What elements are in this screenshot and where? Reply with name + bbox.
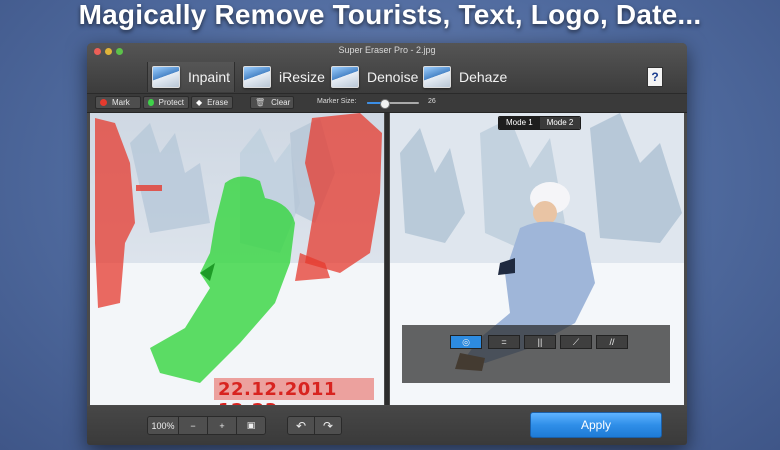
mark-label: Mark: [112, 98, 130, 107]
green-dot-icon: [148, 99, 154, 106]
tab-iresize[interactable]: iResize: [243, 62, 325, 92]
tab-label: iResize: [279, 69, 325, 85]
title-bar: Super Eraser Pro - 2.jpg Inpaint iResize…: [87, 43, 687, 94]
result-image-panel[interactable]: Mode 1 Mode 2 ◎ = || ⟋ //: [390, 113, 684, 405]
compare-toolbar: ◎ = || ⟋ //: [402, 325, 670, 383]
zoom-in-icon[interactable]: +: [208, 417, 237, 434]
zoom-controls: 100% − + ▣: [147, 416, 266, 435]
history-controls: ↶ ↷: [287, 416, 342, 435]
mode-2-button[interactable]: Mode 2: [539, 117, 581, 129]
tab-dehaze[interactable]: Dehaze: [423, 62, 507, 92]
panel-divider[interactable]: [385, 113, 389, 405]
dehaze-icon: [423, 66, 451, 88]
marker-size-label: Marker Size:: [317, 98, 357, 105]
red-dot-icon: [100, 99, 107, 106]
redo-icon[interactable]: ↷: [315, 417, 341, 434]
erase-label: Erase: [207, 98, 229, 107]
tab-inpaint[interactable]: Inpaint: [147, 62, 235, 92]
help-button[interactable]: ?: [647, 67, 663, 87]
tab-denoise[interactable]: Denoise: [331, 62, 418, 92]
bottom-bar: 100% − + ▣ ↶ ↷ Apply: [87, 406, 687, 445]
split-center-icon[interactable]: ◎: [450, 335, 482, 349]
split-diagonal-alt-icon[interactable]: //: [596, 335, 628, 349]
zoom-out-icon[interactable]: −: [179, 417, 208, 434]
mode-switch: Mode 1 Mode 2: [498, 116, 582, 130]
tab-label: Inpaint: [187, 69, 231, 85]
split-diagonal-icon[interactable]: ⟋: [560, 335, 592, 349]
tab-label: Denoise: [367, 69, 419, 85]
erase-tool-button[interactable]: ◆ Erase: [191, 96, 233, 109]
window-title: Super Eraser Pro - 2.jpg: [338, 45, 436, 55]
trash-icon: 🗑: [255, 98, 266, 107]
fit-to-window-icon[interactable]: ▣: [237, 417, 265, 434]
split-horizontal-icon[interactable]: =: [488, 335, 520, 349]
mode-1-button[interactable]: Mode 1: [499, 117, 540, 129]
iresize-icon: [243, 66, 271, 88]
clear-button[interactable]: 🗑 Clear: [250, 96, 294, 109]
date-stamp: 22.12.2011 12:23: [218, 379, 337, 405]
original-photo: [90, 113, 384, 405]
apply-button[interactable]: Apply: [530, 412, 662, 438]
headline: Magically Remove Tourists, Text, Logo, D…: [78, 0, 702, 30]
undo-icon[interactable]: ↶: [288, 417, 315, 434]
zoom-level[interactable]: 100%: [148, 417, 179, 434]
denoise-icon: [331, 66, 359, 88]
marker-size-value: 26: [428, 98, 436, 105]
protect-tool-button[interactable]: Protect: [143, 96, 189, 109]
eraser-icon: ◆: [196, 98, 203, 107]
toolbar: Mark Protect ◆ Erase 🗑 Clear Marker Size…: [87, 94, 687, 113]
tab-label: Dehaze: [459, 69, 508, 85]
original-image-panel[interactable]: 22.12.2011 12:23: [90, 113, 384, 405]
protect-label: Protect: [158, 98, 184, 107]
split-vertical-icon[interactable]: ||: [524, 335, 556, 349]
marker-size-slider[interactable]: [367, 99, 419, 109]
clear-label: Clear: [271, 98, 291, 107]
mark-tool-button[interactable]: Mark: [95, 96, 141, 109]
app-window: Super Eraser Pro - 2.jpg Inpaint iResize…: [87, 43, 687, 445]
slider-thumb[interactable]: [379, 99, 390, 109]
inpaint-icon: [151, 66, 180, 88]
